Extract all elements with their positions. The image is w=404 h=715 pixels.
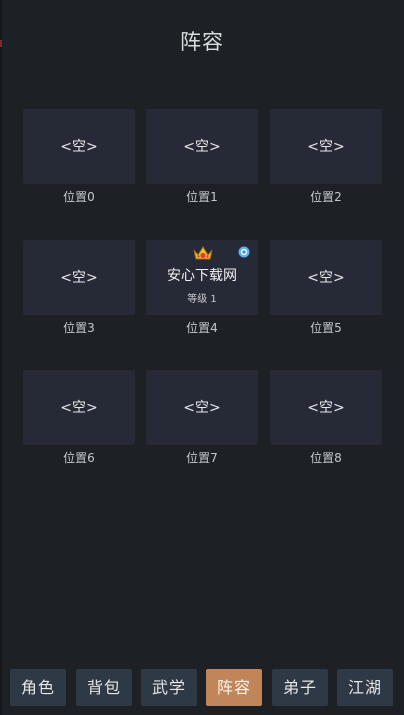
slot-empty-label: <空> <box>307 139 345 155</box>
tab-formation[interactable]: 阵容 <box>206 669 262 706</box>
slot-empty-label: <空> <box>183 139 221 155</box>
tab-disciples[interactable]: 弟子 <box>272 669 328 706</box>
slot-position-label: 位置2 <box>310 190 342 204</box>
formation-slot-8[interactable]: <空> <box>270 370 382 445</box>
formation-slot-5[interactable]: <空> <box>270 240 382 315</box>
formation-slot-2[interactable]: <空> <box>270 109 382 184</box>
slot-position-label: 位置3 <box>63 321 95 335</box>
tab-character[interactable]: 角色 <box>10 669 66 706</box>
slot-empty-label: <空> <box>183 400 221 416</box>
slot-position-label: 位置1 <box>186 190 218 204</box>
slot-empty-label: <空> <box>307 270 345 286</box>
slot-position-label: 位置0 <box>63 190 95 204</box>
slot-empty-label: <空> <box>307 400 345 416</box>
formation-slot-3[interactable]: <空> <box>23 240 135 315</box>
tab-backpack[interactable]: 背包 <box>76 669 132 706</box>
slot-empty-label: <空> <box>60 270 98 286</box>
slot-position-label: 位置5 <box>310 321 342 335</box>
slot-position-label: 位置8 <box>310 451 342 465</box>
slot-position-label: 位置7 <box>186 451 218 465</box>
crown-icon <box>193 246 213 260</box>
character-level: 等级 1 <box>187 294 217 305</box>
formation-slot-7[interactable]: <空> <box>146 370 258 445</box>
left-edge-divider <box>0 0 2 715</box>
formation-slot-0[interactable]: <空> <box>23 109 135 184</box>
tab-martial-arts[interactable]: 武学 <box>141 669 197 706</box>
formation-slot-6[interactable]: <空> <box>23 370 135 445</box>
slot-empty-label: <空> <box>60 139 98 155</box>
badge-icon <box>238 246 250 258</box>
tab-jianghu[interactable]: 江湖 <box>337 669 393 706</box>
slot-position-label: 位置4 <box>186 321 218 335</box>
page-title: 阵容 <box>180 30 224 54</box>
slot-empty-label: <空> <box>60 400 98 416</box>
formation-slot-4[interactable]: 安心下载网 等级 1 <box>146 240 258 315</box>
slot-position-label: 位置6 <box>63 451 95 465</box>
character-name: 安心下载网 <box>167 268 237 284</box>
formation-slot-1[interactable]: <空> <box>146 109 258 184</box>
